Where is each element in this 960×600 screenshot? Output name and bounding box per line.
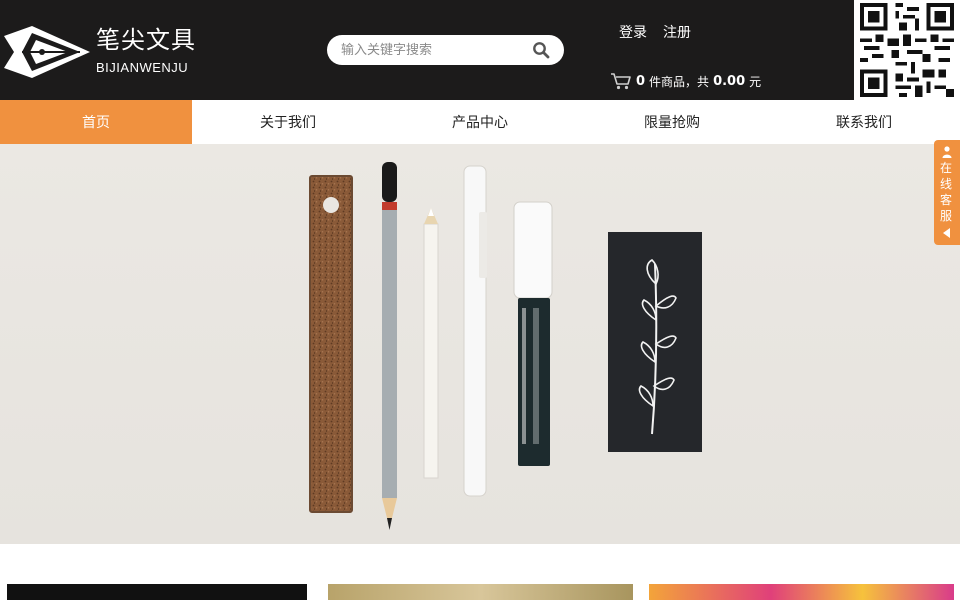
nav-item-home[interactable]: 首页: [0, 100, 192, 144]
cart-items-label: 件商品，共: [649, 74, 710, 89]
site-logo[interactable]: 笔尖文具 BIJIANWENJU: [0, 18, 205, 82]
arrow-left-icon: [943, 228, 950, 238]
product-thumbnail[interactable]: [7, 584, 307, 600]
brand-name-cn: 笔尖文具: [96, 26, 196, 54]
qr-code: [854, 0, 960, 100]
login-link[interactable]: 登录: [619, 25, 647, 41]
online-service-tab[interactable]: 在线客服: [934, 140, 960, 245]
cart-currency: 元: [749, 74, 762, 89]
auth-links: 登录 注册: [619, 22, 707, 42]
online-service-label: 在线客服: [940, 161, 953, 223]
register-link[interactable]: 注册: [663, 25, 691, 41]
search-box: [327, 35, 564, 65]
brand-name-en: BIJIANWENJU: [96, 60, 189, 75]
product-thumbnail[interactable]: [649, 584, 954, 600]
site-header: 笔尖文具 BIJIANWENJU 登录注册 0 件商品，共 0.00 元: [0, 0, 960, 100]
user-icon: [942, 146, 952, 158]
search-button[interactable]: [532, 41, 550, 59]
search-icon: [533, 42, 550, 59]
product-thumbnail[interactable]: [328, 584, 633, 600]
nav-item-products[interactable]: 产品中心: [384, 100, 576, 144]
main-nav: 首页 关于我们 产品中心 限量抢购 联系我们: [0, 100, 960, 144]
search-input[interactable]: [341, 41, 521, 59]
cart-icon: [611, 73, 631, 90]
nav-item-flash-sale[interactable]: 限量抢购: [576, 100, 768, 144]
qr-code-icon: [860, 3, 954, 97]
pen-nib-logo-icon: [4, 26, 90, 78]
cart-summary[interactable]: 0 件商品，共 0.00 元: [610, 72, 761, 90]
cart-total: 0.00: [713, 73, 746, 89]
nav-item-about[interactable]: 关于我们: [192, 100, 384, 144]
hero-banner[interactable]: [0, 144, 960, 544]
stationery-photo: [309, 162, 702, 530]
cart-count: 0: [636, 73, 646, 89]
nav-item-contact[interactable]: 联系我们: [768, 100, 960, 144]
